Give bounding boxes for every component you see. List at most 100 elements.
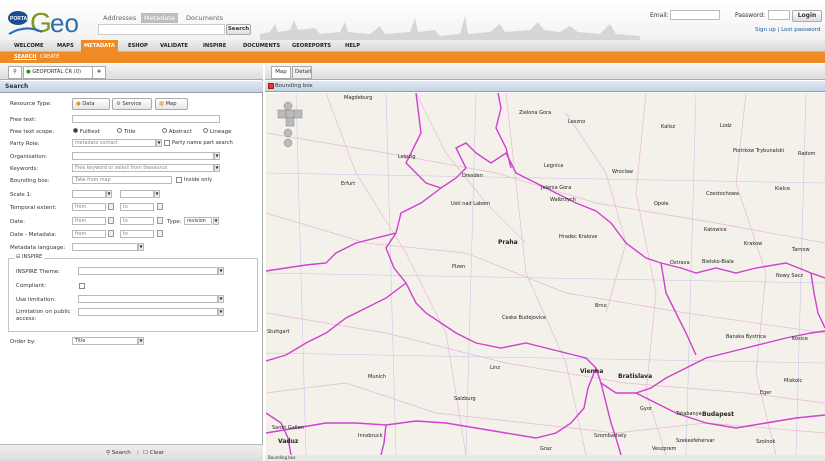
limitation-public-access-arrow[interactable]: ▼ <box>218 308 224 316</box>
scope-abstract-option[interactable]: Abstract <box>162 128 192 135</box>
password-input[interactable] <box>768 10 790 20</box>
keywords-dropdown-arrow[interactable]: ▼ <box>214 164 220 172</box>
city-label: Szolnok <box>756 439 776 445</box>
city-label: Szombathely <box>594 433 627 439</box>
scope-abstract-radio[interactable] <box>162 128 167 133</box>
nav-validate[interactable]: VALIDATE <box>160 40 188 52</box>
date-metadata-label: Date - Metadata: <box>10 232 57 238</box>
nav-maps[interactable]: MAPS <box>57 40 74 52</box>
limitation-public-access-select[interactable] <box>78 308 218 316</box>
city-label: Ceske Budejovice <box>502 315 547 321</box>
date-meta-to-input[interactable]: to <box>120 230 154 238</box>
scope-title-option[interactable]: Title <box>117 128 136 135</box>
metadata-language-arrow[interactable]: ▼ <box>138 243 144 251</box>
header-search-input[interactable] <box>98 24 225 35</box>
temporal-from-calendar-icon[interactable] <box>108 203 114 210</box>
use-limitation-arrow[interactable]: ▼ <box>218 295 224 303</box>
geoportal-tab[interactable]: ● GEOPORTÁL ČR (0) <box>23 66 99 79</box>
nav-documents[interactable]: DOCUMENTS <box>243 40 280 52</box>
tab-detail[interactable]: Detail <box>292 66 312 79</box>
scope-lineage-option[interactable]: Lineage <box>203 128 231 135</box>
date-type-arrow[interactable]: ▼ <box>213 217 219 225</box>
login-button[interactable]: Login <box>792 10 822 22</box>
nav-eshop[interactable]: ESHOP <box>128 40 148 52</box>
free-text-label: Free text: <box>10 117 37 123</box>
city-label: Bielsko-Biala <box>702 259 734 265</box>
data-button[interactable]: ● Data <box>72 98 110 110</box>
party-role-dropdown-arrow[interactable]: ▼ <box>156 139 162 147</box>
temporal-to-input[interactable]: to <box>120 203 154 211</box>
nav-metadata[interactable]: METADATA <box>81 40 118 52</box>
temporal-to-calendar-icon[interactable] <box>157 203 163 210</box>
magnifier-icon: ⚲ <box>13 69 17 75</box>
use-limitation-select[interactable] <box>78 295 218 303</box>
date-from-input[interactable]: from <box>72 217 106 225</box>
scale-from-select[interactable] <box>72 190 106 198</box>
header-tab-metadata[interactable]: Metadata <box>141 13 178 23</box>
compliant-checkbox[interactable] <box>79 283 85 289</box>
actions-separator: | <box>137 450 139 456</box>
keywords-input[interactable]: Free keyword or select from thesaurus <box>72 164 214 172</box>
scope-title-radio[interactable] <box>117 128 122 133</box>
inspire-section-toggle[interactable]: ⊟ INSPIRE <box>14 254 45 260</box>
nav-inspire[interactable]: INSPIRE <box>203 40 226 52</box>
service-button[interactable]: ⚙ Service <box>112 98 152 110</box>
city-label: Banska Bystrica <box>726 334 766 340</box>
add-source-tab[interactable]: ✚ <box>92 66 106 79</box>
order-by-select[interactable]: Title <box>72 337 138 345</box>
signup-link[interactable]: Sign up <box>755 27 776 33</box>
inspire-theme-select[interactable] <box>78 267 218 275</box>
subnav-search[interactable]: SEARCH <box>14 52 37 63</box>
date-meta-from-input[interactable]: from <box>72 230 106 238</box>
resource-type-label: Resource Type: <box>10 101 52 107</box>
date-type-select[interactable]: revision <box>184 217 212 225</box>
bounding-box-input[interactable]: Take from map <box>72 176 172 184</box>
tab-map[interactable]: Map <box>271 66 291 79</box>
geoportal-logo[interactable]: PORTAL G eo <box>6 2 86 38</box>
scale-from-arrow[interactable]: ▼ <box>106 190 112 198</box>
map-button[interactable]: ▦ Map <box>155 98 188 110</box>
date-meta-to-calendar-icon[interactable] <box>157 230 163 237</box>
geoportal-tab-label: GEOPORTÁL ČR (0) <box>32 69 82 75</box>
city-label-capital: Vaduz <box>278 438 299 445</box>
scale-to-select[interactable] <box>120 190 154 198</box>
inside-only-checkbox[interactable] <box>176 177 182 183</box>
header-tab-addresses[interactable]: Addresses <box>100 13 139 23</box>
clear-button[interactable]: ☐ Clear <box>143 450 164 456</box>
order-by-arrow[interactable]: ▼ <box>138 337 144 345</box>
scope-lineage-radio[interactable] <box>203 128 208 133</box>
email-input[interactable] <box>670 10 720 20</box>
header-search-button[interactable]: Search <box>226 24 251 35</box>
city-label: Walbrzych <box>550 197 576 203</box>
scope-fulltext-option[interactable]: Fulltext <box>73 128 100 135</box>
free-text-input[interactable] <box>72 115 220 123</box>
nav-help[interactable]: HELP <box>345 40 360 52</box>
search-submit-button[interactable]: ⚲ Search <box>106 450 131 456</box>
magnifier-tab[interactable]: ⚲ <box>8 66 22 79</box>
organisation-dropdown-arrow[interactable]: ▼ <box>214 152 220 160</box>
date-from-calendar-icon[interactable] <box>108 217 114 224</box>
map-canvas[interactable]: Magdeburg Zielona Gora Leszno Kalisz Lod… <box>266 93 825 455</box>
scale-to-arrow[interactable]: ▼ <box>154 190 160 198</box>
city-label: Innsbruck <box>358 433 383 439</box>
party-name-part-checkbox[interactable] <box>164 140 170 146</box>
party-role-select[interactable]: metadata contact <box>72 139 156 147</box>
subnav-create[interactable]: CREATE <box>40 52 59 63</box>
date-to-input[interactable]: to <box>120 217 154 225</box>
nav-welcome[interactable]: WELCOME <box>14 40 44 52</box>
city-label: Hradec Kralove <box>559 234 598 240</box>
inspire-theme-arrow[interactable]: ▼ <box>218 267 224 275</box>
header-tab-documents[interactable]: Documents <box>183 13 226 23</box>
bounding-box-label: Bounding box: <box>10 178 50 184</box>
metadata-language-select[interactable] <box>72 243 138 251</box>
bbox-icon <box>268 83 274 89</box>
organisation-select[interactable] <box>72 152 214 160</box>
date-meta-from-calendar-icon[interactable] <box>108 230 114 237</box>
temporal-from-input[interactable]: from <box>72 203 106 211</box>
scope-fulltext-radio[interactable] <box>73 128 78 133</box>
use-limitation-label: Use limitation: <box>16 297 56 303</box>
nav-georeports[interactable]: GEOREPORTS <box>292 40 331 52</box>
city-label: Kielce <box>775 186 790 192</box>
date-to-calendar-icon[interactable] <box>157 217 163 224</box>
lost-password-link[interactable]: Lost password <box>781 27 820 33</box>
